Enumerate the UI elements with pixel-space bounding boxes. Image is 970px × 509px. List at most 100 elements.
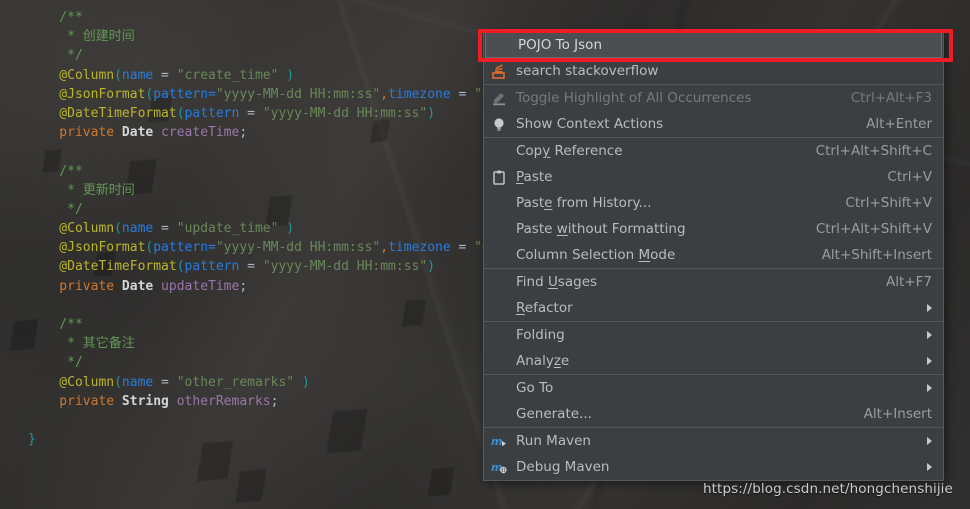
- code-token: ): [427, 259, 436, 275]
- menu-item-label: Run Maven: [516, 433, 591, 449]
- menu-group: POJO To Json search stackoverflow: [484, 32, 943, 84]
- menu-item-label: Paste: [516, 169, 553, 185]
- menu-group: Find Usages Alt+F7 Refactor: [484, 268, 943, 321]
- menu-item-generate[interactable]: Generate... Alt+Insert: [484, 401, 943, 427]
- menu-item-column-selection-mode[interactable]: Column Selection Mode Alt+Shift+Insert: [484, 242, 943, 268]
- code-token: ): [427, 105, 436, 121]
- code-token: =: [153, 221, 177, 237]
- menu-item-label: Paste from History...: [516, 195, 652, 211]
- watermark-text: https://blog.csdn.net/hongchenshijie: [703, 481, 953, 497]
- menu-item-label: Debug Maven: [516, 459, 610, 475]
- menu-item-search-stackoverflow[interactable]: search stackoverflow: [484, 58, 943, 84]
- menu-item-run-maven[interactable]: m Run Maven: [484, 428, 943, 454]
- no-icon: [484, 299, 514, 317]
- menu-item-find-usages[interactable]: Find Usages Alt+F7: [484, 269, 943, 295]
- code-line: */: [28, 353, 505, 372]
- code-token: timezone: [388, 86, 451, 102]
- code-token: =: [450, 240, 475, 256]
- menu-item-shortcut: Ctrl+Shift+V: [845, 195, 932, 211]
- code-line: @JsonFormat(pattern="yyyy-MM-dd HH:mm:ss…: [28, 238, 505, 257]
- code-token: * 其它备注: [28, 336, 135, 352]
- code-token: ,: [380, 86, 389, 102]
- menu-item-label: Refactor: [516, 300, 573, 316]
- code-line: */: [28, 46, 505, 65]
- code-line: /**: [28, 8, 505, 27]
- code-token: "yyyy-MM-dd HH:mm:ss": [215, 240, 381, 256]
- menu-item-label: Generate...: [516, 406, 592, 422]
- code-token: private: [28, 278, 122, 294]
- menu-item-paste[interactable]: Paste Ctrl+V: [484, 164, 943, 190]
- menu-item-analyze[interactable]: Analyze: [484, 348, 943, 374]
- no-icon: [486, 36, 516, 54]
- menu-group: Toggle Highlight of All Occurrences Ctrl+…: [484, 84, 943, 137]
- code-token: */: [28, 48, 83, 64]
- no-icon: [484, 246, 514, 264]
- menu-item-show-context-actions[interactable]: Show Context Actions Alt+Enter: [484, 111, 943, 137]
- menu-item-label: POJO To Json: [518, 37, 602, 53]
- menu-item-label: Paste without Formatting: [516, 221, 686, 237]
- code-token: =: [153, 374, 177, 390]
- no-icon: [484, 142, 514, 160]
- code-line: @JsonFormat(pattern="yyyy-MM-dd HH:mm:ss…: [28, 85, 505, 104]
- menu-item-folding[interactable]: Folding: [484, 322, 943, 348]
- code-token: "yyyy-MM-dd HH:mm:ss": [215, 86, 381, 102]
- menu-item-paste-from-history[interactable]: Paste from History... Ctrl+Shift+V: [484, 190, 943, 216]
- submenu-arrow-icon: [927, 304, 932, 312]
- code-token: name: [121, 67, 154, 83]
- no-icon: [484, 220, 514, 238]
- editor-context-menu[interactable]: POJO To Json search stackoverflow Toggle H…: [483, 31, 944, 481]
- code-token: createTime: [153, 125, 240, 141]
- menu-item-pojo-to-json[interactable]: POJO To Json: [485, 32, 942, 58]
- code-line: */: [28, 200, 505, 219]
- code-token: Date: [121, 125, 154, 141]
- code-token: * 创建时间: [28, 29, 135, 45]
- code-token: @DateTimeFormat: [28, 259, 177, 275]
- svg-text:m: m: [491, 435, 502, 448]
- code-token: (: [176, 259, 185, 275]
- code-token: String: [121, 393, 169, 409]
- menu-item-copy-reference[interactable]: Copy Reference Ctrl+Alt+Shift+C: [484, 138, 943, 164]
- menu-item-go-to[interactable]: Go To: [484, 375, 943, 401]
- code-token: pattern: [184, 105, 240, 121]
- code-line: @Column(name = "create_time" ): [28, 66, 505, 85]
- menu-item-refactor[interactable]: Refactor: [484, 295, 943, 321]
- submenu-arrow-icon: [927, 384, 932, 392]
- code-token: =: [450, 86, 475, 102]
- no-icon: [484, 194, 514, 212]
- maven-debug-icon: m: [484, 458, 514, 476]
- code-line: private String otherRemarks;: [28, 392, 505, 411]
- submenu-arrow-icon: [927, 357, 932, 365]
- code-token: @JsonFormat: [28, 240, 146, 256]
- menu-item-shortcut: Alt+F7: [886, 274, 932, 290]
- code-token: */: [28, 355, 83, 371]
- code-line: @DateTimeFormat(pattern = "yyyy-MM-dd HH…: [28, 257, 505, 276]
- code-line: /**: [28, 315, 505, 334]
- code-token: }: [28, 432, 36, 448]
- code-token: ): [294, 374, 310, 390]
- menu-item-label: Folding: [516, 327, 565, 343]
- menu-item-shortcut: Alt+Insert: [863, 406, 932, 422]
- code-token: "other_remarks": [176, 374, 295, 390]
- menu-group: Folding Analyze: [484, 321, 943, 374]
- maven-run-icon: m: [484, 432, 514, 450]
- code-token: ;: [239, 125, 248, 141]
- menu-item-shortcut: Ctrl+Alt+Shift+C: [815, 143, 932, 159]
- code-token: otherRemarks: [168, 393, 271, 409]
- menu-item-debug-maven[interactable]: m Debug Maven: [484, 454, 943, 480]
- code-token: */: [28, 201, 83, 217]
- code-line: * 更新时间: [28, 181, 505, 200]
- code-token: name: [121, 221, 154, 237]
- code-token: ): [278, 221, 295, 237]
- clipboard-icon: [484, 168, 514, 186]
- no-icon: [484, 352, 514, 370]
- code-line: }: [28, 430, 505, 449]
- code-token: /**: [28, 10, 83, 25]
- menu-item-paste-without-formatting[interactable]: Paste without Formatting Ctrl+Alt+Shift+V: [484, 216, 943, 242]
- code-line: @Column(name = "update_time" ): [28, 219, 505, 238]
- editor-code-area[interactable]: /** * 创建时间 */ @Column(name = "create_tim…: [0, 0, 505, 449]
- code-line: * 创建时间: [28, 27, 505, 46]
- code-token: pattern: [184, 259, 240, 275]
- lightbulb-icon: [484, 115, 514, 133]
- code-token: =: [239, 259, 263, 275]
